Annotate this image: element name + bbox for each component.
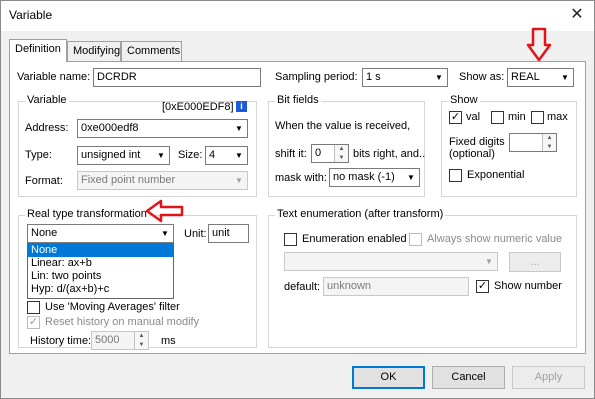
- variable-name-input[interactable]: DCRDR: [93, 68, 261, 87]
- sampling-period-label: Sampling period:: [275, 71, 358, 83]
- sampling-period-select[interactable]: 1 s ▼: [362, 68, 448, 87]
- history-time-value: 5000: [95, 334, 120, 346]
- text-enumeration-group-title: Text enumeration (after transform): [275, 208, 446, 220]
- enumeration-enabled-checkbox[interactable]: [284, 233, 297, 246]
- exponential-checkbox[interactable]: [449, 169, 462, 182]
- variable-name-label: Variable name:: [17, 71, 91, 83]
- chevron-down-icon: ▼: [557, 69, 573, 86]
- show-group-title: Show: [448, 94, 480, 106]
- type-label: Type:: [25, 149, 52, 161]
- bitfields-when-text: When the value is received,: [275, 120, 411, 132]
- chevron-down-icon: ▼: [231, 120, 247, 137]
- dropdown-option-linear[interactable]: Linear: ax+b: [28, 257, 173, 270]
- always-numeric-checkbox: [409, 233, 422, 246]
- unit-input[interactable]: unit: [208, 224, 249, 243]
- real-type-select[interactable]: None ▼: [27, 224, 174, 243]
- window-title: Variable: [9, 8, 53, 22]
- tab-comments[interactable]: Comments: [121, 41, 182, 62]
- moving-averages-label: Use 'Moving Averages' filter: [45, 301, 180, 313]
- close-icon[interactable]: ✕: [566, 5, 588, 25]
- chevron-down-icon: ▼: [157, 225, 173, 242]
- shift-label: shift it:: [275, 148, 307, 160]
- bitfields-group-title: Bit fields: [275, 94, 321, 106]
- title-bar: [1, 1, 594, 31]
- address-input[interactable]: 0xe000edf8 ▼: [77, 119, 248, 138]
- reset-history-checkbox: ✓: [27, 316, 40, 329]
- size-label: Size:: [178, 149, 203, 161]
- variable-group-title: Variable: [25, 94, 69, 106]
- ok-button[interactable]: OK: [352, 366, 425, 389]
- history-time-unit: ms: [161, 335, 176, 347]
- type-value: unsigned int: [81, 149, 141, 161]
- show-number-checkbox[interactable]: ✓: [476, 280, 489, 293]
- annotation-arrow-down-icon: [526, 27, 552, 62]
- spin-up-icon[interactable]: ▲: [334, 145, 348, 154]
- size-select[interactable]: 4 ▼: [205, 146, 248, 165]
- history-time-spinner: 5000 ▲ ▼: [91, 331, 149, 350]
- dropdown-option-none[interactable]: None: [28, 244, 173, 257]
- dropdown-option-hyperbolic[interactable]: Hyp: d/(ax+b)+c: [28, 283, 173, 296]
- spin-down-icon[interactable]: ▼: [542, 142, 556, 151]
- real-type-value: None: [31, 227, 58, 239]
- chevron-down-icon: ▼: [481, 253, 497, 270]
- show-as-value: REAL: [511, 71, 540, 83]
- dropdown-option-two-points[interactable]: Lin: two points: [28, 270, 173, 283]
- hex-address-text: [0xE000EDF8]: [162, 101, 234, 113]
- fixed-digits-spinner[interactable]: ▲ ▼: [509, 133, 557, 152]
- always-numeric-label: Always show numeric value: [427, 233, 563, 245]
- bits-right-text: bits right, and..: [353, 148, 426, 160]
- apply-button: Apply: [512, 366, 585, 389]
- max-checkbox[interactable]: [531, 111, 544, 124]
- fixed-digits-optional-label: (optional): [449, 148, 495, 160]
- history-time-label: History time:: [30, 335, 92, 347]
- default-input: unknown: [323, 277, 469, 296]
- format-label: Format:: [25, 175, 63, 187]
- default-label: default:: [284, 281, 321, 293]
- fixed-digits-label: Fixed digits: [449, 136, 505, 148]
- min-label: min: [508, 111, 526, 123]
- address-value: 0xe000edf8: [81, 122, 139, 134]
- enumeration-enabled-label: Enumeration enabled: [302, 233, 407, 245]
- tab-definition[interactable]: Definition: [9, 39, 67, 62]
- chevron-down-icon: ▼: [231, 172, 247, 189]
- val-label: val: [466, 111, 481, 123]
- chevron-down-icon: ▼: [231, 147, 247, 164]
- annotation-arrow-left-icon: [145, 199, 184, 223]
- reset-history-label: Reset history on manual modify: [45, 316, 200, 328]
- real-type-dropdown-list: None Linear: ax+b Lin: two points Hyp: d…: [27, 243, 174, 299]
- chevron-down-icon: ▼: [403, 169, 419, 186]
- show-as-label: Show as:: [459, 71, 505, 83]
- show-number-label: Show number: [494, 280, 562, 292]
- enumeration-select: ▼: [284, 252, 498, 271]
- mask-value: no mask (-1): [333, 171, 395, 183]
- spin-up-icon: ▲: [134, 332, 148, 341]
- shift-value: 0: [315, 147, 322, 159]
- sampling-period-value: 1 s: [366, 71, 381, 83]
- tab-modifying[interactable]: Modifying: [67, 41, 121, 62]
- unit-label: Unit:: [184, 228, 207, 240]
- max-label: max: [547, 111, 568, 123]
- spin-down-icon: ▼: [134, 340, 148, 349]
- format-value: Fixed point number: [81, 174, 176, 186]
- shift-spinner[interactable]: 0 ▲ ▼: [311, 144, 349, 163]
- mask-label: mask with:: [275, 172, 327, 184]
- cancel-button[interactable]: Cancel: [432, 366, 505, 389]
- chevron-down-icon: ▼: [431, 69, 447, 86]
- exponential-label: Exponential: [467, 169, 525, 181]
- min-checkbox[interactable]: [491, 111, 504, 124]
- format-select: Fixed point number ▼: [77, 171, 248, 190]
- show-as-select[interactable]: REAL ▼: [507, 68, 574, 87]
- mask-select[interactable]: no mask (-1) ▼: [329, 168, 420, 187]
- address-label: Address:: [25, 122, 69, 134]
- spin-up-icon[interactable]: ▲: [542, 134, 556, 143]
- info-icon[interactable]: i: [236, 101, 247, 112]
- ellipsis-button: ...: [509, 252, 561, 272]
- val-checkbox[interactable]: ✓: [449, 111, 462, 124]
- spin-down-icon[interactable]: ▼: [334, 153, 348, 162]
- size-value: 4: [209, 149, 216, 161]
- type-select[interactable]: unsigned int ▼: [77, 146, 170, 165]
- chevron-down-icon: ▼: [153, 147, 169, 164]
- real-type-group-title: Real type transformation: [25, 208, 149, 220]
- moving-averages-checkbox[interactable]: [27, 301, 40, 314]
